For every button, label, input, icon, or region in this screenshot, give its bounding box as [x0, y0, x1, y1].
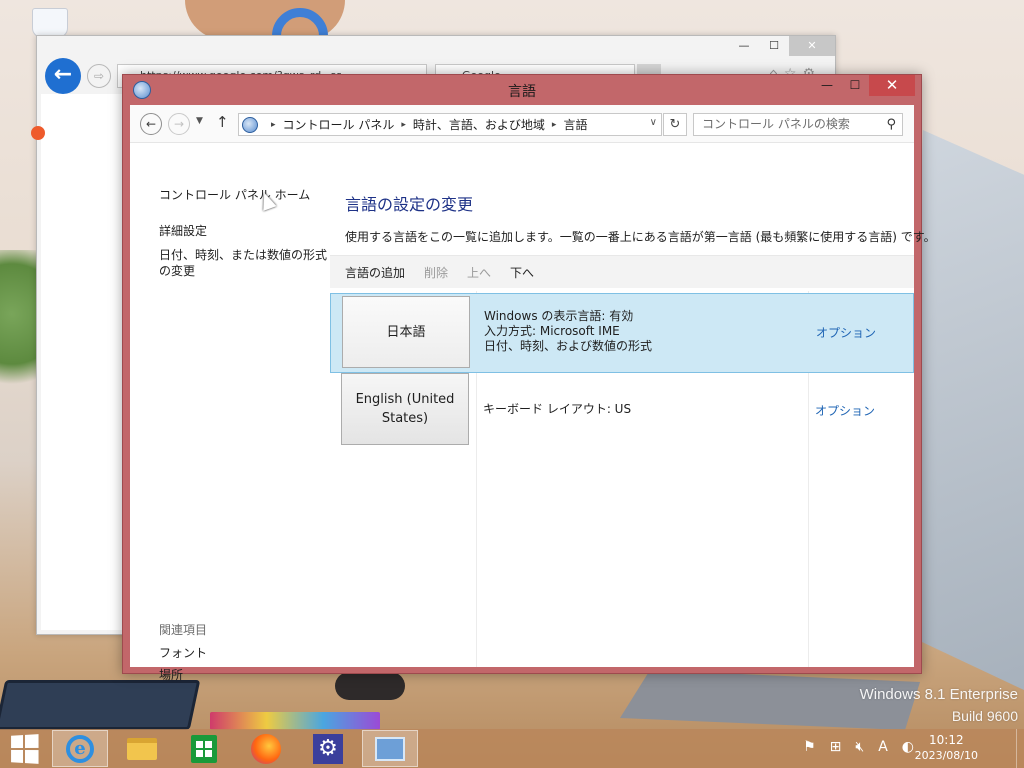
- language-row-english[interactable]: English (United States) キーボード レイアウト: US …: [330, 373, 914, 453]
- taskbar-control-panel[interactable]: [362, 730, 418, 767]
- window-controls: — ☐ ✕: [813, 75, 915, 96]
- browser-close-button[interactable]: ✕: [789, 36, 835, 56]
- store-icon: [191, 734, 217, 763]
- breadcrumb-control-panel[interactable]: コントロール パネル: [283, 116, 395, 133]
- search-placeholder: コントロール パネルの検索: [702, 117, 850, 131]
- windows-logo-icon: [11, 735, 24, 749]
- wallpaper-plant: [0, 250, 40, 410]
- taskbar-internet-explorer[interactable]: e: [52, 730, 108, 767]
- language-toolbar: 言語の追加 削除 上へ 下へ: [330, 255, 914, 288]
- search-input[interactable]: コントロール パネルの検索 ⚲: [693, 113, 903, 136]
- breadcrumb-separator-icon[interactable]: ▸: [401, 120, 406, 130]
- breadcrumb-clock-language-region[interactable]: 時計、言語、および地域: [413, 116, 545, 133]
- network-icon[interactable]: ⊞: [830, 739, 842, 755]
- page-title: 言語の設定の変更: [345, 195, 474, 214]
- up-button[interactable]: ↑: [216, 113, 229, 131]
- breadcrumb-language[interactable]: 言語: [563, 116, 587, 133]
- control-panel-window: 言語 — ☐ ✕ ← → ▼ ↑ ▸ コントロール パネル ▸ 時計、言語、およ…: [122, 74, 936, 682]
- page-description: 使用する言語をこの一覧に追加します。一覧の一番上にある言語が第一言語 (最も頻繁…: [345, 230, 936, 244]
- breadcrumb-separator-icon[interactable]: ▸: [552, 120, 557, 130]
- close-button[interactable]: ✕: [869, 75, 915, 96]
- breadcrumb-separator-icon[interactable]: ▸: [271, 120, 276, 130]
- window-title: 言語: [508, 84, 536, 100]
- browser-back-button[interactable]: ←: [45, 58, 81, 94]
- language-name-button[interactable]: English (United States): [341, 373, 469, 445]
- location-link[interactable]: 場所: [159, 667, 183, 683]
- clock[interactable]: 10:12 2023/08/10: [915, 732, 978, 764]
- display-language-status: Windows の表示言語: 有効: [484, 309, 634, 323]
- language-row-japanese[interactable]: 日本語 Windows の表示言語: 有効 入力方式: Microsoft IM…: [330, 293, 914, 373]
- internet-explorer-icon: e: [66, 734, 94, 763]
- wallpaper-tablet: [0, 680, 201, 730]
- minimize-button[interactable]: —: [813, 75, 841, 96]
- action-center-flag-icon[interactable]: ⚑: [803, 739, 816, 755]
- ime-pad-icon[interactable]: ◐: [902, 739, 914, 755]
- wallpaper-laptop: [905, 130, 1024, 690]
- os-edition-watermark: Windows 8.1 Enterprise: [859, 686, 1018, 703]
- browser-content: [41, 94, 131, 630]
- folder-icon: [127, 737, 157, 760]
- show-desktop-button[interactable]: [1016, 729, 1024, 768]
- taskbar: e ⚙ ⚑ ⊞ 🔇︎ A ◐ 10:12 2023/08/10: [0, 729, 1024, 768]
- options-link[interactable]: オプション: [815, 402, 875, 419]
- browser-minimize-button[interactable]: —: [729, 36, 759, 56]
- taskbar-store[interactable]: [176, 730, 232, 767]
- address-dropdown-chevron-icon[interactable]: ∨: [650, 117, 657, 128]
- language-name-button[interactable]: 日本語: [342, 296, 470, 368]
- taskbar-settings[interactable]: ⚙: [300, 730, 356, 767]
- language-details: キーボード レイアウト: US: [483, 402, 631, 417]
- back-button[interactable]: ←: [140, 113, 162, 135]
- advanced-settings-link[interactable]: 詳細設定: [159, 223, 207, 239]
- language-list: 日本語 Windows の表示言語: 有効 入力方式: Microsoft IM…: [330, 291, 914, 667]
- task-pane: コントロール パネル ホーム 詳細設定 日付、時刻、または数値の形式の変更 関連…: [130, 143, 331, 682]
- gear-icon: ⚙: [313, 733, 343, 764]
- control-panel-home-link[interactable]: コントロール パネル ホーム: [159, 187, 310, 203]
- browser-page-logo-icon: [31, 126, 45, 140]
- address-bar[interactable]: ▸ コントロール パネル ▸ 時計、言語、および地域 ▸ 言語 ∨: [238, 113, 662, 136]
- browser-forward-button[interactable]: ⇨: [87, 64, 111, 88]
- main-pane: 言語の設定の変更 使用する言語をこの一覧に追加します。一覧の一番上にある言語が第…: [330, 143, 936, 667]
- move-down-button[interactable]: 下へ: [510, 264, 534, 281]
- wallpaper-mouse: [335, 672, 405, 700]
- clock-time: 10:12: [929, 733, 964, 747]
- os-build-watermark: Build 9600: [951, 708, 1018, 724]
- control-panel-icon: [242, 116, 258, 133]
- move-up-button[interactable]: 上へ: [467, 264, 491, 281]
- navigation-bar: ← → ▼ ↑ ▸ コントロール パネル ▸ 時計、言語、および地域 ▸ 言語 …: [130, 105, 914, 143]
- volume-muted-icon[interactable]: 🔇︎: [855, 739, 864, 755]
- options-link[interactable]: オプション: [816, 324, 876, 341]
- wallpaper-cards: [210, 712, 380, 730]
- input-method: 入力方式: Microsoft IME: [484, 324, 620, 338]
- language-details: Windows の表示言語: 有効 入力方式: Microsoft IME 日付…: [484, 309, 652, 354]
- refresh-button[interactable]: ↻: [663, 113, 687, 136]
- keyboard-layout: キーボード レイアウト: US: [483, 402, 632, 416]
- add-language-button[interactable]: 言語の追加: [345, 264, 405, 281]
- browser-maximize-button[interactable]: ☐: [759, 36, 789, 56]
- browser-window-controls: — ☐ ✕: [729, 36, 835, 58]
- wallpaper-cup: [32, 8, 68, 38]
- ime-mode-indicator[interactable]: A: [878, 739, 888, 755]
- maximize-button[interactable]: ☐: [841, 75, 869, 96]
- change-date-format-link[interactable]: 日付、時刻、または数値の形式の変更: [159, 247, 331, 279]
- remove-button[interactable]: 削除: [424, 264, 448, 281]
- clock-date: 2023/08/10: [914, 749, 978, 762]
- date-number-format: 日付、時刻、および数値の形式: [484, 339, 653, 353]
- recent-locations-chevron-icon[interactable]: ▼: [196, 116, 203, 126]
- related-heading: 関連項目: [159, 623, 208, 637]
- taskbar-firefox[interactable]: [238, 730, 294, 767]
- search-icon[interactable]: ⚲: [886, 114, 896, 135]
- fonts-link[interactable]: フォント: [159, 645, 207, 661]
- title-bar[interactable]: 言語 — ☐ ✕: [123, 75, 921, 105]
- start-button[interactable]: [11, 734, 39, 764]
- window-client-area: ← → ▼ ↑ ▸ コントロール パネル ▸ 時計、言語、および地域 ▸ 言語 …: [130, 105, 936, 682]
- taskbar-file-explorer[interactable]: [114, 730, 170, 767]
- firefox-icon: [251, 733, 281, 764]
- control-panel-icon: [375, 736, 405, 761]
- system-tray: ⚑ ⊞ 🔇︎ A ◐: [803, 739, 914, 755]
- forward-button[interactable]: →: [168, 113, 190, 135]
